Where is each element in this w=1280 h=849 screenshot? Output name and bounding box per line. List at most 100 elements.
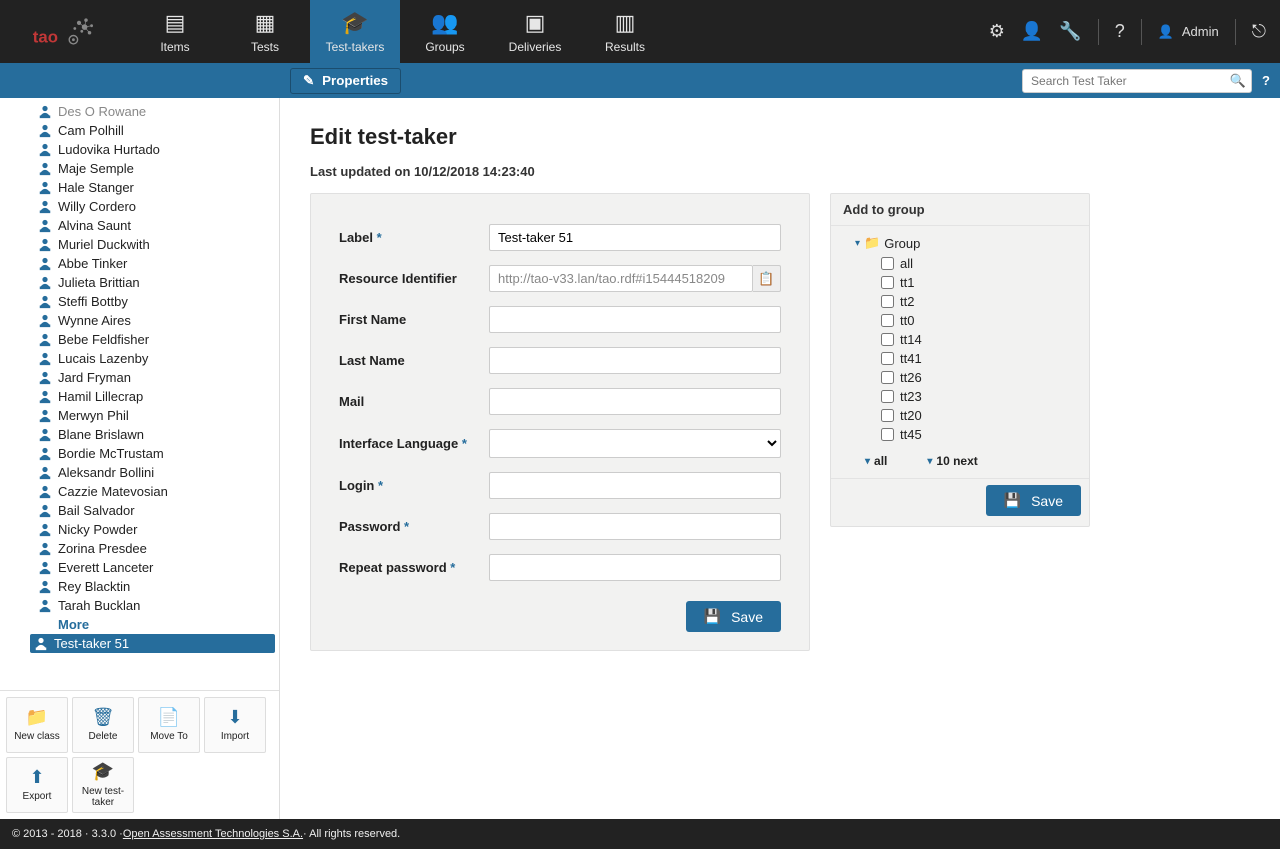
tree-item[interactable]: Maje Semple [34, 159, 275, 178]
help-button[interactable]: ? [1262, 73, 1270, 88]
group-root[interactable]: ▾ 📁 Group [841, 232, 1079, 254]
save-button[interactable]: 💾 Save [686, 601, 781, 632]
tree-item[interactable]: Ludovika Hurtado [34, 140, 275, 159]
repeat-password-input[interactable] [489, 554, 781, 581]
group-item[interactable]: tt20 [881, 406, 1079, 425]
group-checkbox[interactable] [881, 276, 894, 289]
move-to-button[interactable]: 📄Move To [138, 697, 200, 753]
logo[interactable]: tao [0, 0, 130, 63]
tree-more[interactable]: More [34, 615, 275, 634]
group-item[interactable]: tt41 [881, 349, 1079, 368]
nav-deliveries[interactable]: ▣Deliveries [490, 0, 580, 63]
group-item[interactable]: tt14 [881, 330, 1079, 349]
row-mail: Mail [339, 388, 781, 415]
users-icon[interactable]: 👤 [1021, 21, 1043, 42]
nav-items[interactable]: ▤Items [130, 0, 220, 63]
tree-scroll[interactable]: Des O RowaneCam PolhillLudovika HurtadoM… [0, 98, 279, 690]
group-item[interactable]: tt0 [881, 311, 1079, 330]
ri-input [489, 265, 753, 292]
help-icon[interactable]: ? [1115, 21, 1125, 42]
group-checkbox[interactable] [881, 257, 894, 270]
tree-item[interactable]: Tarah Bucklan [34, 596, 275, 615]
logout-icon[interactable]: ⎋ [1252, 21, 1266, 42]
tree-item[interactable]: Bebe Feldfisher [34, 330, 275, 349]
import-button[interactable]: ⬇Import [204, 697, 266, 753]
footer-link[interactable]: Open Assessment Technologies S.A. [123, 828, 303, 840]
tree-item[interactable]: Cam Polhill [34, 121, 275, 140]
tree-item[interactable]: Nicky Powder [34, 520, 275, 539]
login-input[interactable] [489, 472, 781, 499]
password-input[interactable] [489, 513, 781, 540]
tree-item[interactable]: Willy Cordero [34, 197, 275, 216]
group-item[interactable]: tt45 [881, 425, 1079, 444]
group-checkbox[interactable] [881, 409, 894, 422]
language-select[interactable] [489, 429, 781, 458]
group-body: ▾ 📁 Group alltt1tt2tt0tt14tt41tt26tt23tt… [831, 225, 1089, 478]
tree-item[interactable]: Cazzie Matevosian [34, 482, 275, 501]
last-name-input[interactable] [489, 347, 781, 374]
nav-results[interactable]: ▥Results [580, 0, 670, 63]
tree-item-label: Jard Fryman [58, 370, 131, 385]
search-wrap: 🔍 [1022, 69, 1252, 93]
group-item[interactable]: tt26 [881, 368, 1079, 387]
tree-item[interactable]: Abbe Tinker [34, 254, 275, 273]
tree-item-label: Bebe Feldfisher [58, 332, 149, 347]
copy-button[interactable]: 📋 [753, 265, 781, 292]
delete-button[interactable]: 🗑Delete [72, 697, 134, 753]
export-button[interactable]: ⬆Export [6, 757, 68, 813]
tree-item[interactable]: Des O Rowane [34, 102, 275, 121]
tree-item[interactable]: Bordie McTrustam [34, 444, 275, 463]
tree-item[interactable]: Lucais Lazenby [34, 349, 275, 368]
subbar-right: 🔍 ? [1022, 69, 1270, 93]
group-checkbox[interactable] [881, 352, 894, 365]
group-checkbox[interactable] [881, 295, 894, 308]
tree-item[interactable]: Julieta Brittian [34, 273, 275, 292]
tree-item[interactable]: Hamil Lillecrap [34, 387, 275, 406]
tree-item[interactable]: Muriel Duckwith [34, 235, 275, 254]
mail-input[interactable] [489, 388, 781, 415]
tree-item[interactable]: Aleksandr Bollini [34, 463, 275, 482]
tree-item[interactable]: Steffi Bottby [34, 292, 275, 311]
group-save-button[interactable]: 💾 Save [986, 485, 1081, 516]
search-icon[interactable]: 🔍 [1230, 73, 1246, 89]
tree-item[interactable]: Jard Fryman [34, 368, 275, 387]
tree-item[interactable]: Everett Lanceter [34, 558, 275, 577]
group-item[interactable]: tt23 [881, 387, 1079, 406]
properties-button[interactable]: ✎ Properties [290, 68, 401, 94]
tree-item[interactable]: Zorina Presdee [34, 539, 275, 558]
tree-item-selected[interactable]: Test-taker 51 [30, 634, 275, 653]
new-class-button[interactable]: 📁New class [6, 697, 68, 753]
settings-icon[interactable]: ⚙ [989, 21, 1005, 42]
pager-all[interactable]: ▾all [865, 454, 887, 468]
first-name-input[interactable] [489, 306, 781, 333]
group-item[interactable]: tt1 [881, 273, 1079, 292]
tree-item[interactable]: Bail Salvador [34, 501, 275, 520]
group-item-label: tt2 [900, 294, 914, 309]
tools-icon[interactable]: 🔧 [1059, 21, 1081, 42]
nav-tests[interactable]: ▦Tests [220, 0, 310, 63]
tree-item[interactable]: Merwyn Phil [34, 406, 275, 425]
tree-item[interactable]: Wynne Aires [34, 311, 275, 330]
nav-groups[interactable]: 👥Groups [400, 0, 490, 63]
tree-item[interactable]: Hale Stanger [34, 178, 275, 197]
pager-next[interactable]: ▾10 next [927, 454, 977, 468]
group-checkbox[interactable] [881, 390, 894, 403]
group-checkbox[interactable] [881, 314, 894, 327]
tree-item[interactable]: Alvina Saunt [34, 216, 275, 235]
group-children: alltt1 tt2 tt0tt14tt41tt26tt23tt20tt45 [841, 254, 1079, 444]
form-actions: 💾 Save [339, 601, 781, 632]
tree-item[interactable]: Rey Blacktin [34, 577, 275, 596]
group-item[interactable]: tt2 [881, 292, 1079, 311]
admin-menu[interactable]: 👤 Admin [1158, 24, 1219, 40]
group-checkbox[interactable] [881, 333, 894, 346]
label-input[interactable] [489, 224, 781, 251]
new-test-taker-button[interactable]: 🎓New test-taker [72, 757, 134, 813]
ln-label: Last Name [339, 353, 489, 368]
nav-test-takers[interactable]: 🎓Test-takers [310, 0, 400, 63]
tree-item[interactable]: Blane Brislawn [34, 425, 275, 444]
group-checkbox[interactable] [881, 371, 894, 384]
new-class-label: New class [14, 731, 60, 742]
group-item[interactable]: all [881, 254, 1079, 273]
group-checkbox[interactable] [881, 428, 894, 441]
search-input[interactable] [1022, 69, 1252, 93]
